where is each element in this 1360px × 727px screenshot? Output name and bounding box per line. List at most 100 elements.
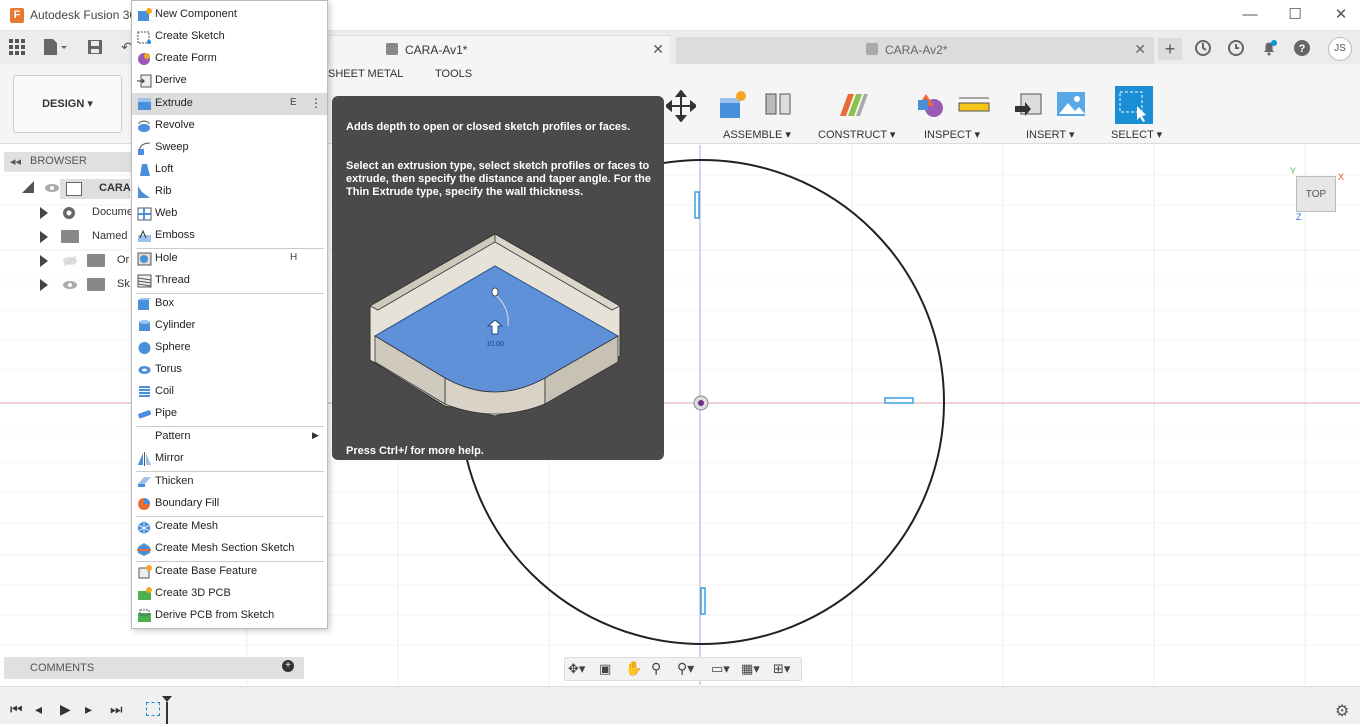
boundary-fill-icon (137, 497, 152, 511)
notifications-bell-icon[interactable] (1260, 39, 1278, 57)
tab-cara-av1[interactable]: CARA-Av1* ✕ (330, 35, 670, 64)
expanded-triangle-icon[interactable] (22, 181, 34, 193)
timeline-settings-gear-icon[interactable]: ⚙ (1335, 701, 1349, 721)
user-avatar[interactable]: JS (1328, 37, 1352, 61)
menu-item-sphere[interactable]: Sphere (132, 337, 327, 359)
menu-item-create-form[interactable]: Create Form (132, 48, 327, 70)
new-component-assemble-icon[interactable] (717, 88, 747, 120)
offset-plane-icon[interactable] (838, 88, 868, 120)
joint-icon[interactable] (762, 88, 792, 120)
browser-item-label: Docume (92, 206, 133, 218)
orbit-icon[interactable]: ✥▾ (568, 661, 585, 677)
group-select[interactable]: SELECT ▾ (1111, 128, 1162, 141)
group-assemble[interactable]: ASSEMBLE ▾ (723, 128, 791, 141)
more-options-icon[interactable]: ⋮ (310, 96, 322, 110)
menu-item-web[interactable]: Web (132, 203, 327, 225)
collapse-panel-icon[interactable]: ◂◂ (10, 155, 21, 168)
menu-item-create-sketch[interactable]: Create Sketch (132, 26, 327, 48)
extrude-icon (137, 97, 152, 111)
insert-derive-icon[interactable] (1013, 88, 1043, 120)
menu-item-emboss[interactable]: Emboss (132, 225, 327, 247)
measure-shapes-icon[interactable] (914, 88, 944, 120)
timeline-marker[interactable] (162, 696, 172, 724)
zoom-icon[interactable]: ⚲ (651, 660, 661, 677)
menu-item-thread[interactable]: Thread (132, 270, 327, 292)
menu-item-new-component[interactable]: New Component (132, 4, 327, 26)
workspace-switcher[interactable]: DESIGN ▾ (13, 75, 122, 133)
measure-ruler-icon[interactable] (958, 88, 990, 120)
menu-item-mirror[interactable]: Mirror (132, 448, 327, 470)
menu-item-torus[interactable]: Torus (132, 359, 327, 381)
step-forward-icon[interactable]: ▸ (85, 701, 92, 718)
look-at-icon[interactable]: ▣ (599, 661, 611, 677)
menu-item-rib[interactable]: Rib (132, 181, 327, 203)
browser-item-origin[interactable]: Or (0, 251, 140, 271)
browser-item-named-views[interactable]: Named V (0, 227, 140, 247)
menu-item-create-3d-pcb[interactable]: Create 3D PCB (132, 583, 327, 605)
menu-item-boundary-fill[interactable]: Boundary Fill (132, 493, 327, 515)
save-icon[interactable] (86, 38, 104, 56)
menu-item-extrude[interactable]: Extrude E ⋮ (132, 93, 327, 115)
select-icon[interactable] (1115, 86, 1153, 124)
menu-item-pipe[interactable]: Pipe (132, 403, 327, 425)
menu-item-revolve[interactable]: Revolve (132, 115, 327, 137)
eye-icon[interactable] (44, 182, 60, 194)
timeline-sketch-feature[interactable] (146, 702, 160, 716)
grid-apps-icon[interactable] (8, 38, 26, 56)
menu-item-derive-pcb-from-sketch[interactable]: Derive PCB from Sketch (132, 605, 327, 627)
eye-icon[interactable] (62, 279, 78, 291)
browser-item-root[interactable]: CARA (0, 179, 140, 199)
go-to-start-icon[interactable]: ⏮ (10, 701, 23, 718)
expand-triangle-icon[interactable] (40, 207, 48, 219)
tab-sheet-metal[interactable]: SHEET METAL (328, 68, 403, 80)
go-to-end-icon[interactable]: ⏭ (110, 701, 123, 718)
move-copy-icon[interactable] (664, 89, 698, 123)
step-back-icon[interactable]: ◂ (35, 701, 42, 718)
tab-cara-av2[interactable]: CARA-Av2* ✕ (676, 37, 1154, 64)
insert-image-icon[interactable] (1055, 88, 1085, 120)
viewports-icon[interactable]: ⊞▾ (773, 661, 790, 677)
menu-item-label: Create Mesh (155, 520, 218, 532)
expand-triangle-icon[interactable] (40, 231, 48, 243)
fit-icon[interactable]: ⚲▾ (677, 660, 694, 677)
menu-item-derive[interactable]: Derive (132, 70, 327, 92)
expand-triangle-icon[interactable] (40, 279, 48, 291)
file-icon[interactable] (42, 38, 67, 56)
browser-item-document-settings[interactable]: Docume (0, 203, 140, 223)
menu-item-coil[interactable]: Coil (132, 381, 327, 403)
menu-item-loft[interactable]: Loft (132, 159, 327, 181)
close-tab-icon[interactable]: ✕ (652, 41, 664, 58)
pan-hand-icon[interactable]: ✋ (625, 660, 642, 677)
tab-tools[interactable]: TOOLS (435, 68, 472, 80)
group-insert[interactable]: INSERT ▾ (1026, 128, 1075, 141)
menu-item-cylinder[interactable]: Cylinder (132, 315, 327, 337)
menu-item-pattern[interactable]: Pattern ▶ (132, 426, 327, 448)
menu-item-label: Create 3D PCB (155, 587, 231, 599)
new-tab-button[interactable]: + (1158, 38, 1182, 60)
display-settings-icon[interactable]: ▭▾ (711, 661, 730, 677)
play-icon[interactable]: ▶ (60, 701, 71, 718)
group-inspect[interactable]: INSPECT ▾ (924, 128, 980, 141)
expand-triangle-icon[interactable] (40, 255, 48, 267)
browser-item-sketches[interactable]: Sk (0, 275, 140, 295)
menu-item-box[interactable]: Box (132, 293, 327, 315)
extensions-icon[interactable] (1194, 39, 1212, 57)
close-tab-icon[interactable]: ✕ (1134, 41, 1146, 58)
menu-item-create-mesh[interactable]: Create Mesh (132, 516, 327, 538)
job-status-icon[interactable] (1227, 39, 1245, 57)
menu-item-label: Create Mesh Section Sketch (155, 542, 295, 554)
group-construct[interactable]: CONSTRUCT ▾ (818, 128, 895, 141)
close-button[interactable]: ✕ (1331, 6, 1351, 24)
view-cube[interactable]: TOP (1296, 176, 1336, 212)
menu-item-create-base-feature[interactable]: Create Base Feature (132, 561, 327, 583)
add-comment-icon[interactable]: + (282, 660, 294, 672)
menu-item-hole[interactable]: Hole H (132, 248, 327, 270)
minimize-button[interactable]: — (1240, 6, 1260, 24)
menu-item-thicken[interactable]: Thicken (132, 471, 327, 493)
eye-hidden-icon[interactable] (62, 255, 78, 267)
help-icon[interactable]: ? (1293, 39, 1311, 57)
menu-item-sweep[interactable]: Sweep (132, 137, 327, 159)
menu-item-create-mesh-section-sketch[interactable]: Create Mesh Section Sketch (132, 538, 327, 560)
grid-settings-icon[interactable]: ▦▾ (741, 661, 760, 677)
maximize-button[interactable]: ☐ (1285, 6, 1305, 24)
